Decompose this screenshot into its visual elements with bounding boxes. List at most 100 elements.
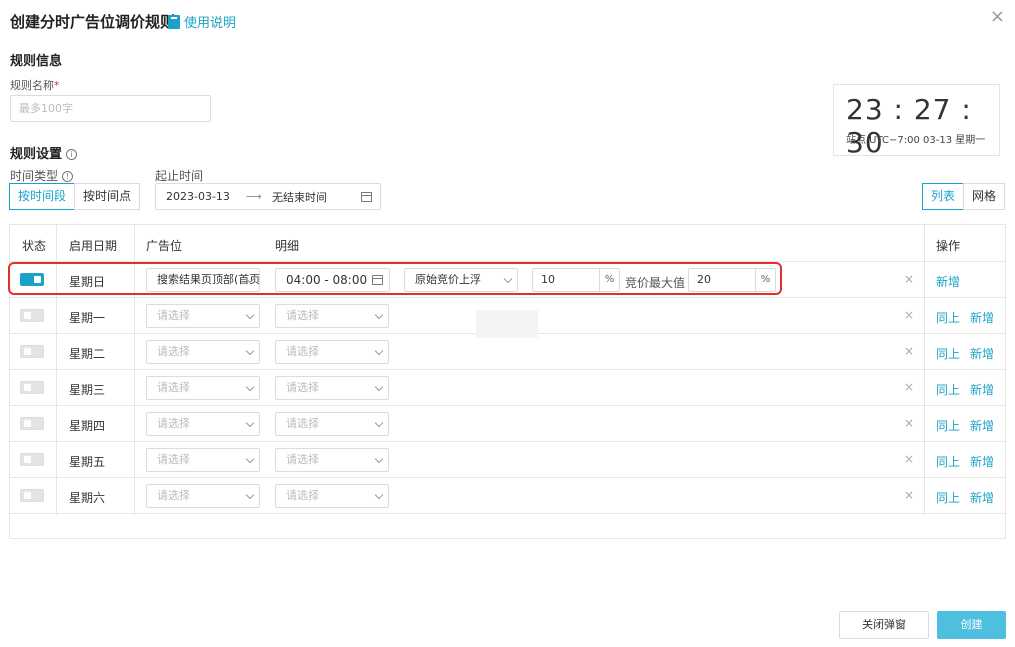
status-toggle[interactable] bbox=[20, 489, 44, 502]
chevron-down-icon bbox=[374, 454, 384, 464]
calendar-icon bbox=[361, 192, 372, 202]
header-detail: 明细 bbox=[275, 239, 300, 253]
status-toggle[interactable] bbox=[20, 453, 44, 466]
table-row: 星期日 搜索结果页顶部(首页) 04:00 - 08:00 原始竞价上浮 10%… bbox=[10, 262, 1005, 298]
ad-slot-select[interactable]: 请选择 bbox=[146, 304, 260, 328]
chevron-down-icon bbox=[245, 454, 255, 464]
table-row: 星期四 请选择 请选择 × 同上 新增 bbox=[10, 406, 1005, 442]
delete-icon[interactable]: × bbox=[904, 452, 914, 466]
add-button[interactable]: 新增 bbox=[970, 453, 994, 470]
chevron-down-icon bbox=[503, 274, 513, 284]
max-bid-label: 竞价最大值 bbox=[625, 276, 686, 290]
time-type-period-button[interactable]: 按时间段 bbox=[9, 183, 76, 210]
header-ad-slot: 广告位 bbox=[146, 239, 183, 253]
rule-type-select[interactable]: 原始竞价上浮 bbox=[404, 268, 518, 292]
time-type-point-button[interactable]: 按时间点 bbox=[74, 183, 141, 210]
copy-above-button[interactable]: 同上 bbox=[936, 489, 960, 506]
table-row: 星期五 请选择 请选择 × 同上 新增 bbox=[10, 442, 1005, 478]
ad-slot-select[interactable]: 请选择 bbox=[146, 448, 260, 472]
ad-slot-select[interactable]: 请选择 bbox=[146, 412, 260, 436]
info-icon[interactable]: ! bbox=[62, 171, 74, 182]
time-range-picker[interactable]: 04:00 - 08:00 bbox=[275, 268, 390, 292]
copy-above-button[interactable]: 同上 bbox=[936, 453, 960, 470]
add-button[interactable]: 新增 bbox=[970, 417, 994, 434]
info-icon[interactable]: i bbox=[66, 149, 78, 160]
copy-above-button[interactable]: 同上 bbox=[936, 345, 960, 362]
add-button[interactable]: 新增 bbox=[936, 273, 960, 290]
chevron-down-icon bbox=[374, 310, 384, 320]
delete-icon[interactable]: × bbox=[904, 380, 914, 394]
start-date: 2023-03-13 bbox=[166, 190, 230, 203]
row-day: 星期二 bbox=[69, 347, 106, 361]
chevron-down-icon bbox=[245, 418, 255, 428]
percent-suffix: % bbox=[755, 269, 775, 291]
row-day: 星期五 bbox=[69, 455, 106, 469]
delete-icon[interactable]: × bbox=[904, 344, 914, 358]
ad-slot-select[interactable]: 请选择 bbox=[146, 484, 260, 508]
copy-above-button[interactable]: 同上 bbox=[936, 381, 960, 398]
detail-select[interactable]: 请选择 bbox=[275, 340, 389, 364]
loading-placeholder bbox=[476, 310, 538, 338]
row-day: 星期四 bbox=[69, 419, 106, 433]
arrow-right-icon: ⟶ bbox=[246, 190, 262, 203]
chevron-down-icon bbox=[245, 490, 255, 500]
detail-select[interactable]: 请选择 bbox=[275, 412, 389, 436]
clock-subtitle: 站点 UTC−7:00 03-13 星期一 bbox=[846, 135, 986, 146]
add-button[interactable]: 新增 bbox=[970, 345, 994, 362]
table-header: 状态 启用日期 广告位 明细 操作 bbox=[10, 225, 1005, 262]
rule-name-input[interactable] bbox=[10, 95, 211, 122]
add-button[interactable]: 新增 bbox=[970, 381, 994, 398]
status-toggle[interactable] bbox=[20, 417, 44, 430]
clock-time: 23 : 27 : 30 bbox=[846, 93, 972, 159]
chevron-down-icon bbox=[245, 382, 255, 392]
detail-select[interactable]: 请选择 bbox=[275, 484, 389, 508]
detail-select[interactable]: 请选择 bbox=[275, 304, 389, 328]
create-button[interactable]: 创建 bbox=[937, 611, 1006, 639]
time-type-toggle: 按时间段 按时间点 bbox=[9, 183, 141, 210]
max-bid-input[interactable]: 20% bbox=[688, 268, 776, 292]
chevron-down-icon bbox=[374, 346, 384, 356]
percent-suffix: % bbox=[599, 269, 619, 291]
detail-select[interactable]: 请选择 bbox=[275, 448, 389, 472]
ad-slot-select[interactable]: 搜索结果页顶部(首页) bbox=[146, 268, 260, 292]
delete-icon[interactable]: × bbox=[904, 308, 914, 322]
copy-above-button[interactable]: 同上 bbox=[936, 309, 960, 326]
copy-above-button[interactable]: 同上 bbox=[936, 417, 960, 434]
close-dialog-button[interactable]: 关闭弹窗 bbox=[839, 611, 929, 639]
status-toggle[interactable] bbox=[20, 273, 44, 286]
table-row: 星期二 请选择 请选择 × 同上 新增 bbox=[10, 334, 1005, 370]
end-date: 无结束时间 bbox=[272, 190, 327, 204]
adjust-value-input[interactable]: 10% bbox=[532, 268, 620, 292]
date-range-picker[interactable]: 2023-03-13 ⟶ 无结束时间 bbox=[155, 183, 381, 210]
close-icon[interactable]: × bbox=[990, 6, 1005, 27]
rule-name-label: 规则名称* bbox=[10, 79, 60, 92]
ad-slot-select[interactable]: 请选择 bbox=[146, 340, 260, 364]
view-grid-button[interactable]: 网格 bbox=[963, 183, 1006, 210]
header-ops: 操作 bbox=[936, 239, 961, 253]
chevron-down-icon bbox=[245, 346, 255, 356]
table-row: 星期三 请选择 请选择 × 同上 新增 bbox=[10, 370, 1005, 406]
time-type-label: 时间类型! bbox=[10, 167, 74, 184]
status-toggle[interactable] bbox=[20, 345, 44, 358]
site-clock: 23 : 27 : 30 站点 UTC−7:00 03-13 星期一 bbox=[833, 84, 1000, 159]
section-title-basic: 规则信息 bbox=[10, 54, 63, 69]
chevron-down-icon bbox=[374, 490, 384, 500]
chevron-down-icon bbox=[245, 310, 255, 320]
view-list-button[interactable]: 列表 bbox=[922, 183, 965, 210]
chevron-down-icon bbox=[374, 382, 384, 392]
add-button[interactable]: 新增 bbox=[970, 489, 994, 506]
status-toggle[interactable] bbox=[20, 381, 44, 394]
delete-icon[interactable]: × bbox=[904, 416, 914, 430]
section-title-settings: 规则设置 i bbox=[10, 143, 78, 162]
add-button[interactable]: 新增 bbox=[970, 309, 994, 326]
schedule-table: 状态 启用日期 广告位 明细 操作 星期日 搜索结果页顶部(首页) 04:00 … bbox=[9, 224, 1006, 539]
status-toggle[interactable] bbox=[20, 309, 44, 322]
ad-slot-select[interactable]: 请选择 bbox=[146, 376, 260, 400]
table-row: 星期六 请选择 请选择 × 同上 新增 bbox=[10, 478, 1005, 514]
detail-select[interactable]: 请选择 bbox=[275, 376, 389, 400]
delete-icon[interactable]: × bbox=[904, 488, 914, 502]
calendar-icon bbox=[372, 275, 383, 285]
help-link[interactable]: 使用说明 bbox=[168, 12, 236, 31]
row-day: 星期日 bbox=[69, 275, 106, 289]
delete-icon[interactable]: × bbox=[904, 272, 914, 286]
